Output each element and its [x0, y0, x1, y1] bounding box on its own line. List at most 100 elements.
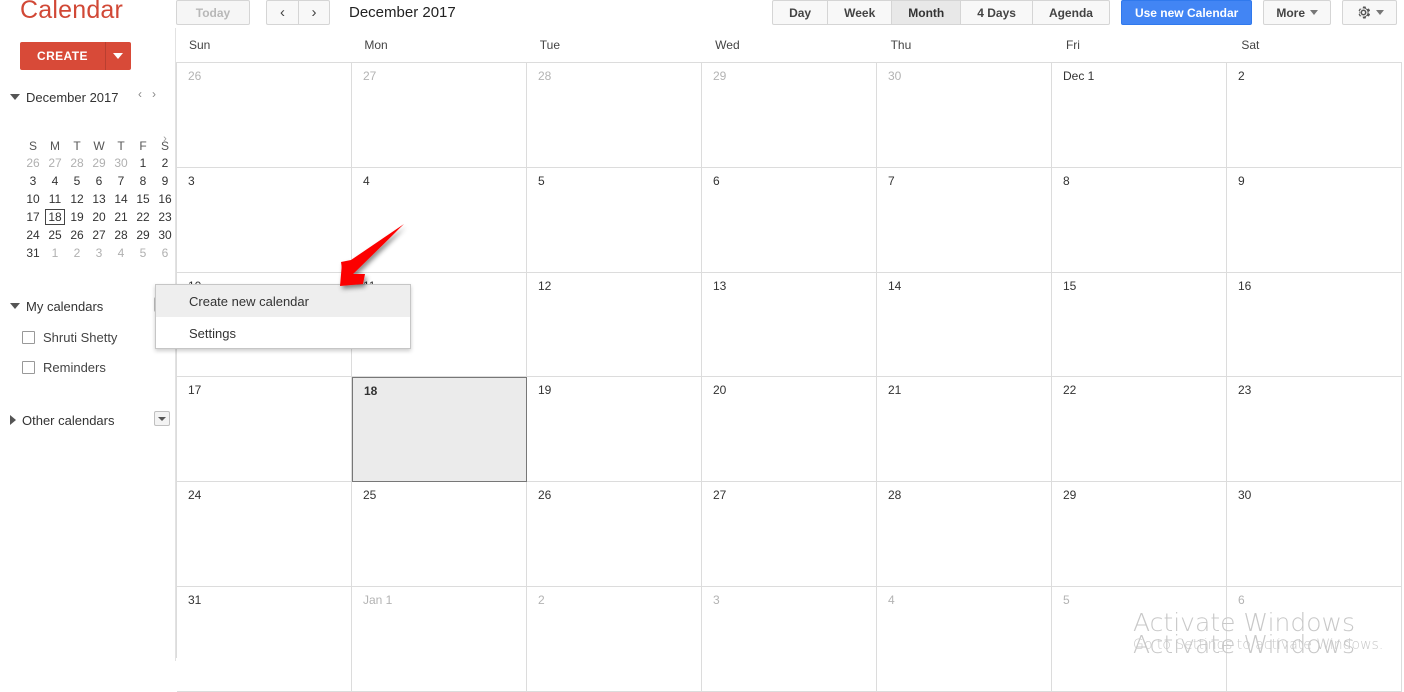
calendar-checkbox[interactable] — [22, 360, 35, 374]
day-cell[interactable]: 27 — [702, 482, 877, 587]
mini-calendar-day[interactable]: 30 — [154, 226, 176, 244]
mini-calendar-day[interactable]: 3 — [88, 244, 110, 262]
more-menu-button[interactable]: More — [1263, 0, 1331, 25]
sidebar-collapse-button[interactable]: › — [158, 131, 172, 147]
mini-calendar-day[interactable]: 1 — [44, 244, 66, 262]
day-cell[interactable]: 26 — [527, 482, 702, 587]
mini-calendar-day[interactable]: 7 — [110, 172, 132, 190]
mini-calendar-day[interactable]: 12 — [66, 190, 88, 208]
mini-calendar-day[interactable]: 13 — [88, 190, 110, 208]
mini-calendar-day[interactable]: 11 — [44, 190, 66, 208]
day-cell[interactable]: 29 — [702, 63, 877, 168]
my-calendars-section-header[interactable]: My calendars — [10, 296, 168, 316]
day-cell[interactable]: 31 — [177, 586, 352, 692]
mini-calendar-day[interactable]: 3 — [22, 172, 44, 190]
day-cell[interactable]: 2 — [527, 586, 702, 692]
mini-calendar-day[interactable]: 24 — [22, 226, 44, 244]
day-cell[interactable]: 13 — [702, 272, 877, 378]
day-cell[interactable]: 6 — [702, 167, 877, 273]
day-cell[interactable]: 4 — [877, 586, 1052, 692]
mini-calendar-day[interactable]: 10 — [22, 190, 44, 208]
day-cell[interactable]: 14 — [877, 272, 1052, 378]
tab-day[interactable]: Day — [772, 0, 829, 25]
day-cell[interactable]: 20 — [702, 377, 877, 483]
day-cell[interactable]: 18 — [352, 377, 527, 483]
mini-calendar-day[interactable]: 5 — [66, 172, 88, 190]
tab-4-days[interactable]: 4 Days — [961, 0, 1033, 25]
mini-calendar-day[interactable]: 14 — [110, 190, 132, 208]
day-cell[interactable]: 21 — [877, 377, 1052, 483]
mini-calendar-day[interactable]: 5 — [132, 244, 154, 262]
next-period-button[interactable]: › — [298, 0, 330, 25]
previous-period-button[interactable]: ‹ — [266, 0, 298, 25]
mini-calendar-day[interactable]: 28 — [110, 226, 132, 244]
mini-calendar-day[interactable]: 29 — [132, 226, 154, 244]
day-cell[interactable]: 26 — [177, 63, 352, 168]
day-cell[interactable]: 8 — [1052, 167, 1227, 273]
mini-calendar-day[interactable]: 21 — [110, 208, 132, 226]
day-cell[interactable]: 6 — [1227, 586, 1402, 692]
other-calendars-section-header[interactable]: Other calendars — [10, 410, 168, 430]
mini-calendar-day[interactable]: 31 — [22, 244, 44, 262]
mini-calendar-day[interactable]: 4 — [110, 244, 132, 262]
mini-calendar-day[interactable]: 2 — [66, 244, 88, 262]
mini-calendar-day[interactable]: 26 — [66, 226, 88, 244]
tab-agenda[interactable]: Agenda — [1032, 0, 1110, 25]
day-cell[interactable]: Jan 1 — [352, 586, 527, 692]
mini-calendar-day[interactable]: 27 — [44, 154, 66, 172]
mini-calendar-day[interactable]: 26 — [22, 154, 44, 172]
mini-calendar-day[interactable]: 2 — [154, 154, 176, 172]
mini-calendar-next-button[interactable]: › — [152, 87, 156, 101]
mini-calendar-day[interactable]: 22 — [132, 208, 154, 226]
calendar-list-item-shruti-shetty[interactable]: Shruti Shetty — [22, 327, 172, 347]
tab-month[interactable]: Month — [892, 0, 962, 25]
day-cell[interactable]: 4 — [352, 167, 527, 273]
create-event-button-group[interactable]: CREATE — [20, 42, 131, 70]
mini-calendar-day[interactable]: 20 — [88, 208, 110, 226]
day-cell[interactable]: 23 — [1227, 377, 1402, 483]
day-cell[interactable]: 30 — [877, 63, 1052, 168]
create-button[interactable]: CREATE — [20, 42, 105, 70]
day-cell[interactable]: 16 — [1227, 272, 1402, 378]
mini-calendar-day[interactable]: 6 — [154, 244, 176, 262]
menu-item-settings[interactable]: Settings — [156, 317, 410, 349]
day-cell[interactable]: Dec 1 — [1052, 63, 1227, 168]
mini-calendar-day[interactable]: 16 — [154, 190, 176, 208]
mini-calendar-day[interactable]: 4 — [44, 172, 66, 190]
mini-calendar-day[interactable]: 17 — [22, 208, 44, 226]
calendar-checkbox[interactable] — [22, 330, 35, 344]
today-button[interactable]: Today — [176, 0, 250, 25]
day-cell[interactable]: 22 — [1052, 377, 1227, 483]
day-cell[interactable]: 28 — [527, 63, 702, 168]
mini-calendar-day[interactable]: 1 — [132, 154, 154, 172]
day-cell[interactable]: 5 — [1052, 586, 1227, 692]
day-cell[interactable]: 9 — [1227, 167, 1402, 273]
day-cell[interactable]: 3 — [177, 167, 352, 273]
mini-calendar-day[interactable]: 27 — [88, 226, 110, 244]
day-cell[interactable]: 19 — [527, 377, 702, 483]
day-cell[interactable]: 28 — [877, 482, 1052, 587]
mini-calendar-day[interactable]: 8 — [132, 172, 154, 190]
calendar-list-item-reminders[interactable]: Reminders — [22, 357, 172, 377]
day-cell[interactable]: 5 — [527, 167, 702, 273]
other-calendars-options-button[interactable] — [154, 411, 170, 426]
mini-calendar-day[interactable]: 19 — [66, 208, 88, 226]
mini-calendar-day[interactable]: 25 — [44, 226, 66, 244]
mini-calendar-day[interactable]: 29 — [88, 154, 110, 172]
mini-calendar-day[interactable]: 9 — [154, 172, 176, 190]
day-cell[interactable]: 3 — [702, 586, 877, 692]
mini-calendar-day[interactable]: 18 — [44, 208, 66, 226]
mini-calendar-day[interactable]: 23 — [154, 208, 176, 226]
day-cell[interactable]: 7 — [877, 167, 1052, 273]
day-cell[interactable]: 17 — [177, 377, 352, 483]
day-cell[interactable]: 2 — [1227, 63, 1402, 168]
mini-calendar-day[interactable]: 30 — [110, 154, 132, 172]
mini-calendar-prev-button[interactable]: ‹ — [138, 87, 142, 101]
day-cell[interactable]: 25 — [352, 482, 527, 587]
use-new-calendar-button[interactable]: Use new Calendar — [1120, 0, 1253, 25]
mini-calendar-day[interactable]: 15 — [132, 190, 154, 208]
day-cell[interactable]: 29 — [1052, 482, 1227, 587]
day-cell[interactable]: 24 — [177, 482, 352, 587]
mini-calendar-day[interactable]: 28 — [66, 154, 88, 172]
settings-gear-button[interactable] — [1342, 0, 1397, 25]
